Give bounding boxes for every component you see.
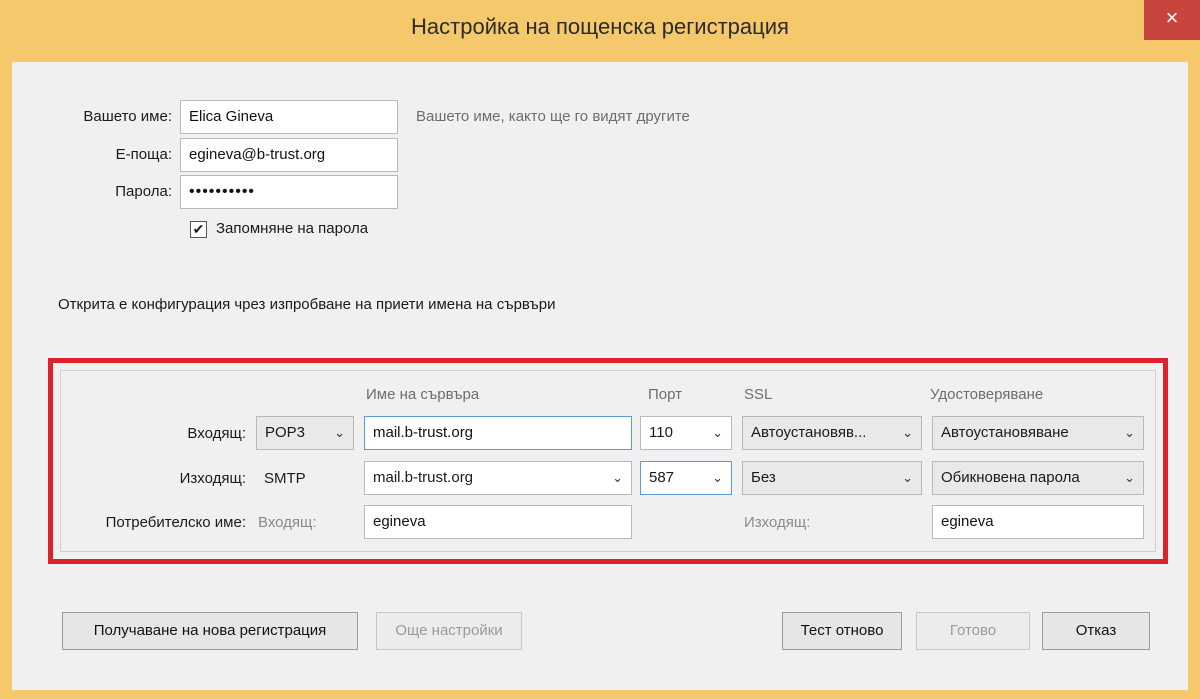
incoming-port-value: 110 (649, 424, 673, 441)
incoming-auth-value: Автоустановяване (941, 424, 1069, 441)
cancel-button[interactable]: Отказ (1042, 612, 1150, 650)
window-title: Настройка на пощенска регистрация (411, 14, 789, 39)
incoming-ssl-value: Автоустановяв... (751, 424, 867, 441)
outgoing-auth-value: Обикновена парола (941, 469, 1080, 486)
new-account-button[interactable]: Получаване на нова регистрация (62, 612, 358, 650)
incoming-protocol-select[interactable]: POP3 ⌄ (256, 416, 354, 450)
status-text: Открита е конфигурация чрез изпробване н… (58, 296, 556, 313)
incoming-protocol-value: POP3 (265, 424, 306, 441)
header-ssl: SSL (744, 386, 773, 403)
chevron-down-icon: ⌄ (712, 470, 723, 485)
incoming-server-field[interactable]: mail.b-trust.org (364, 416, 632, 450)
header-port: Порт (648, 386, 683, 403)
remember-password-label: Запомняне на парола (216, 220, 369, 237)
username-label: Потребителско име: (105, 514, 246, 531)
outgoing-auth-select[interactable]: Обикновена парола ⌄ (932, 461, 1144, 495)
close-button[interactable]: × (1144, 0, 1200, 40)
chevron-down-icon: ⌄ (902, 425, 913, 440)
password-field[interactable]: •••••••••• (180, 175, 398, 209)
chevron-down-icon: ⌄ (1124, 425, 1135, 440)
outgoing-port-select[interactable]: 587 ⌄ (640, 461, 732, 495)
email-field[interactable]: egineva@b-trust.org (180, 138, 398, 172)
header-server: Име на сървъра (366, 386, 480, 403)
header-auth: Удостоверяване (930, 386, 1044, 403)
username-incoming-field[interactable]: egineva (364, 505, 632, 539)
incoming-ssl-select[interactable]: Автоустановяв... ⌄ (742, 416, 922, 450)
name-hint: Вашето име, както ще го видят другите (416, 108, 690, 125)
outgoing-port-value: 587 (649, 469, 675, 486)
incoming-label: Входящ: (187, 425, 246, 442)
outgoing-ssl-select[interactable]: Без ⌄ (742, 461, 922, 495)
incoming-auth-select[interactable]: Автоустановяване ⌄ (932, 416, 1144, 450)
email-label: Е-поща: (115, 146, 172, 163)
username-outgoing-field[interactable]: egineva (932, 505, 1144, 539)
name-label: Вашето име: (83, 108, 172, 125)
outgoing-server-select[interactable]: mail.b-trust.org ⌄ (364, 461, 632, 495)
done-button[interactable]: Готово (916, 612, 1030, 650)
chevron-down-icon: ⌄ (1124, 470, 1135, 485)
outgoing-protocol: SMTP (264, 470, 306, 487)
username-incoming-label: Входящ: (258, 514, 317, 531)
title-bar: Настройка на пощенска регистрация × (0, 0, 1200, 62)
outgoing-ssl-value: Без (751, 469, 776, 486)
chevron-down-icon: ⌄ (902, 470, 913, 485)
name-field[interactable]: Elica Gineva (180, 100, 398, 134)
account-setup-window: Настройка на пощенска регистрация × Ваше… (0, 0, 1200, 699)
chevron-down-icon: ⌄ (334, 425, 345, 440)
dialog-body: Вашето име: Elica Gineva Вашето име, как… (12, 62, 1188, 690)
chevron-down-icon: ⌄ (612, 470, 623, 485)
remember-password-checkbox[interactable]: ✔ (190, 221, 207, 238)
outgoing-label: Изходящ: (179, 470, 246, 487)
incoming-port-select[interactable]: 110 ⌄ (640, 416, 732, 450)
chevron-down-icon: ⌄ (712, 425, 723, 440)
retest-button[interactable]: Тест отново (782, 612, 902, 650)
password-label: Парола: (115, 183, 172, 200)
username-outgoing-label: Изходящ: (744, 514, 811, 531)
more-settings-button[interactable]: Още настройки (376, 612, 522, 650)
outgoing-server-value: mail.b-trust.org (373, 469, 474, 486)
